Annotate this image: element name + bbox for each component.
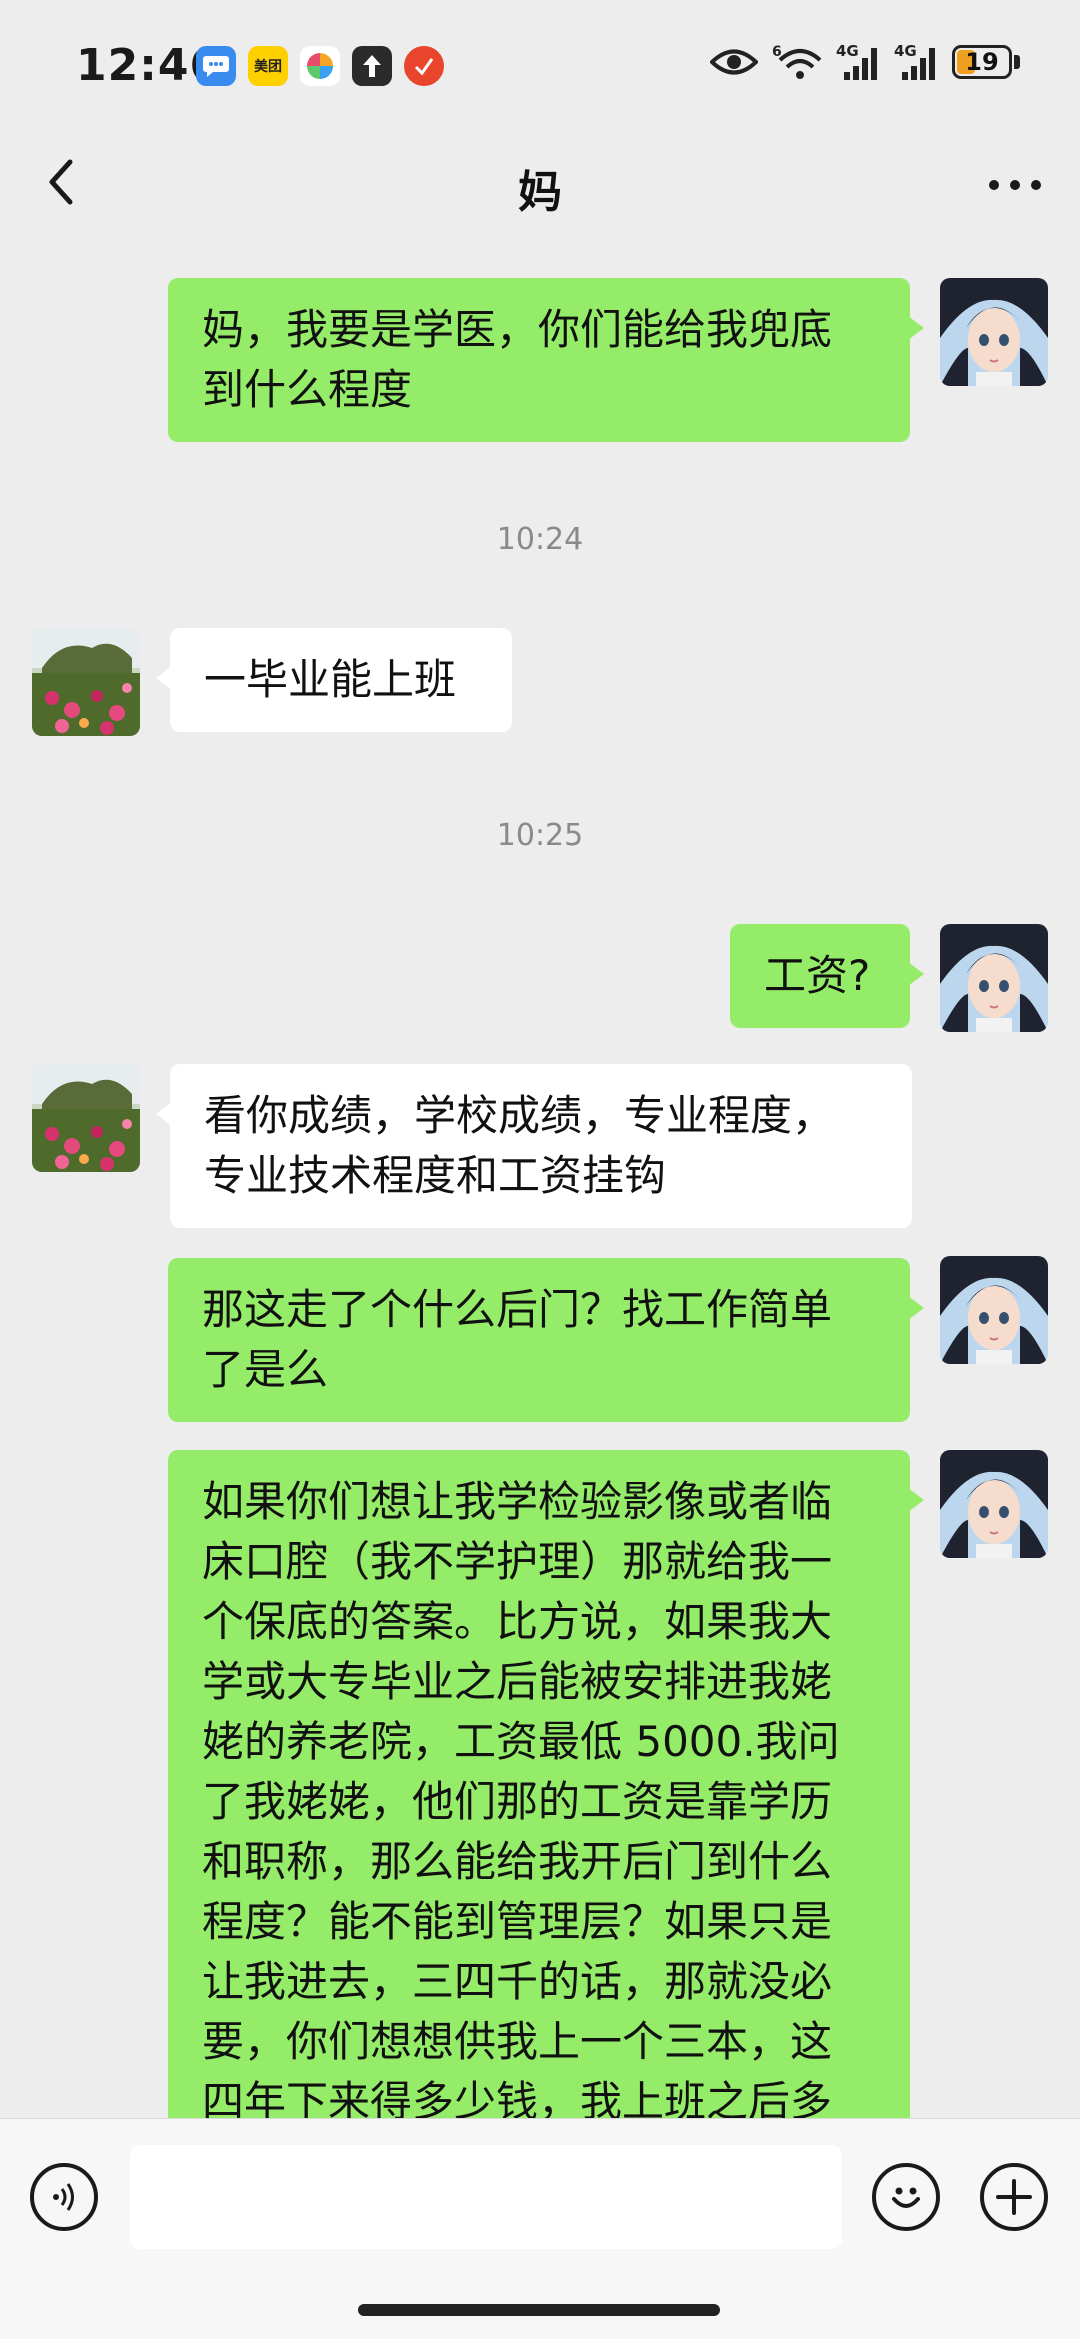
chat-header: 妈 xyxy=(0,130,1080,240)
message-app-icon xyxy=(196,46,236,86)
plus-icon xyxy=(996,2179,1032,2215)
message-input[interactable] xyxy=(130,2145,842,2249)
message-bubble-received[interactable]: 看你成绩，学校成绩，专业程度， 专业技术程度和工资挂钩 xyxy=(156,1064,912,1228)
message-bubble-received[interactable]: 一毕业能上班 xyxy=(156,628,512,732)
battery-icon: 19 xyxy=(952,45,1012,79)
meituan-app-icon: 美团 xyxy=(248,46,288,86)
eye-icon xyxy=(710,49,758,75)
voice-icon xyxy=(53,2183,74,2211)
svg-text:4G: 4G xyxy=(836,42,859,60)
voice-input-button[interactable] xyxy=(30,2163,98,2231)
message-bubble-sent[interactable]: 那这走了个什么后门？找工作简单 了是么 xyxy=(168,1258,924,1422)
message-line: 床口腔（我不学护理）那就给我一 xyxy=(202,1537,833,1586)
home-indicator[interactable] xyxy=(358,2304,720,2316)
emoji-button[interactable] xyxy=(872,2163,940,2231)
message-line: 姥的养老院，工资最低 5000.我问 xyxy=(202,1717,840,1766)
message-line: 专业技术程度和工资挂钩 xyxy=(204,1151,667,1200)
my-avatar[interactable] xyxy=(940,278,1048,386)
message-line: 和职称，那么能给我开后门到什么 xyxy=(202,1837,833,1886)
message-line: 工资? xyxy=(764,951,871,1000)
message-line: 如果你们想让我学检验影像或者临 xyxy=(202,1477,833,1526)
my-avatar[interactable] xyxy=(940,924,1048,1032)
mom-avatar[interactable] xyxy=(32,628,140,736)
svg-text:4G: 4G xyxy=(894,42,917,60)
my-avatar[interactable] xyxy=(940,1256,1048,1364)
notification-icons: 美团 xyxy=(196,46,444,86)
pinwheel-app-icon xyxy=(300,46,340,86)
upload-app-icon xyxy=(352,46,392,86)
news-app-icon xyxy=(404,46,444,86)
cellular-signal-icon: 4G xyxy=(836,42,877,80)
message-line: 要，你们想想供我上一个三本，这 xyxy=(202,2017,833,2066)
timestamp: 10:25 xyxy=(496,818,584,853)
message-line: 程度？能不能到管理层？如果只是 xyxy=(202,1897,833,1946)
message-bubble-sent[interactable]: 工资? xyxy=(730,924,924,1028)
message-line: 到什么程度 xyxy=(202,365,413,414)
system-icons: 6 4G 4G 19 xyxy=(710,42,1020,82)
message-line: 一毕业能上班 xyxy=(204,655,457,704)
wifi-icon: 6 xyxy=(772,44,822,79)
message-line: 了是么 xyxy=(202,1345,329,1394)
more-button[interactable] xyxy=(980,152,1050,212)
mom-avatar[interactable] xyxy=(32,1064,140,1172)
message-line: 看你成绩，学校成绩，专业程度， xyxy=(204,1091,835,1140)
status-bar: 12:46 美团 6 4G 4G 19 xyxy=(0,0,1080,130)
battery-level: 19 xyxy=(965,48,999,76)
emoji-icon xyxy=(892,2187,920,2208)
cellular-signal-icon-2: 4G xyxy=(894,42,935,80)
message-line: 个保底的答案。比方说，如果我大 xyxy=(202,1597,833,1646)
more-icon xyxy=(989,180,1041,190)
timestamp: 10:24 xyxy=(496,522,584,557)
message-line: 了我姥姥，他们那的工资是靠学历 xyxy=(202,1777,833,1826)
message-line: 让我进去，三四千的话，那就没必 xyxy=(202,1957,833,2006)
message-line: 妈，我要是学医，你们能给我兜底 xyxy=(202,305,833,354)
battery-tip xyxy=(1014,55,1020,69)
add-attachment-button[interactable] xyxy=(980,2163,1048,2231)
message-bubble-sent[interactable]: 如果你们想让我学检验影像或者临 床口腔（我不学护理）那就给我一 个保底的答案。比… xyxy=(168,1450,924,2150)
message-bubble-sent[interactable]: 妈，我要是学医，你们能给我兜底 到什么程度 xyxy=(168,278,924,442)
message-line: 那这走了个什么后门？找工作简单 xyxy=(202,1285,833,1334)
my-avatar[interactable] xyxy=(940,1450,1048,1558)
message-line: 学或大专毕业之后能被安排进我姥 xyxy=(202,1657,833,1706)
page-title: 妈 xyxy=(518,167,562,218)
